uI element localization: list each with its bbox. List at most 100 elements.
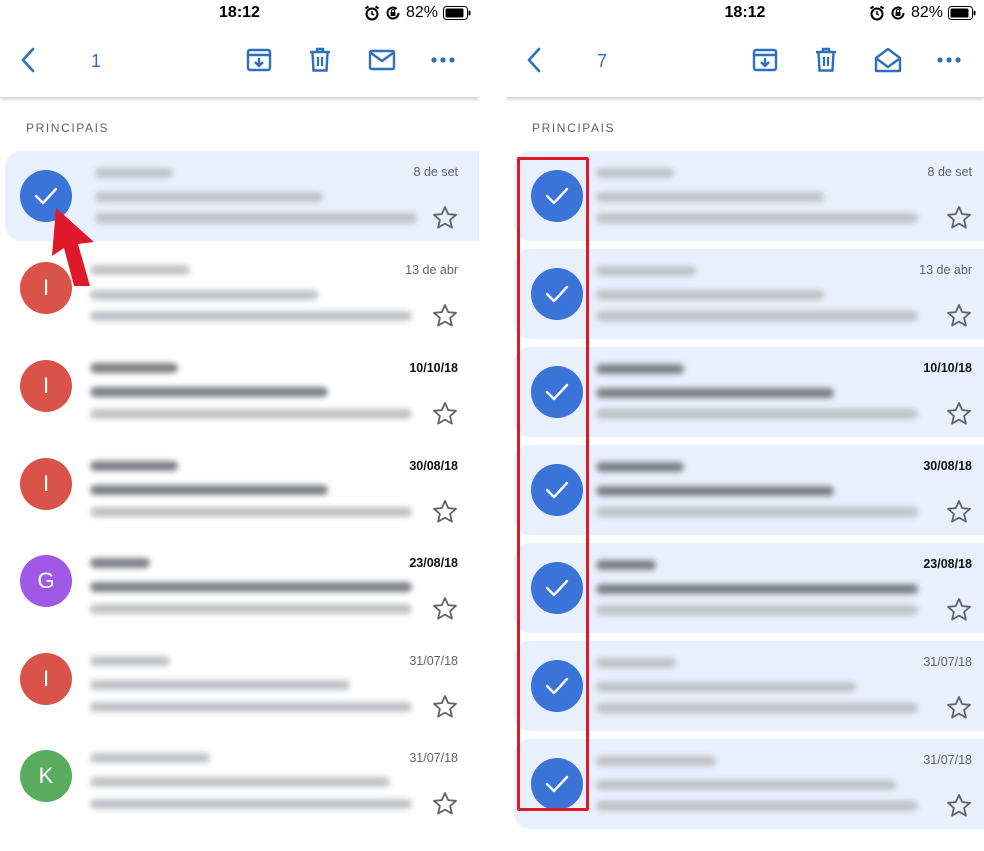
email-row[interactable]: K 31/07/18 bbox=[0, 731, 479, 821]
mail-open-icon bbox=[874, 47, 902, 73]
trash-icon bbox=[310, 47, 330, 72]
mail-icon bbox=[368, 49, 396, 71]
annotation-highlight-box bbox=[517, 157, 589, 811]
delete-button[interactable] bbox=[808, 42, 844, 78]
back-button[interactable] bbox=[10, 42, 46, 78]
chevron-left-icon bbox=[527, 47, 541, 73]
selected-count: 7 bbox=[597, 51, 608, 71]
subject-blurred bbox=[90, 582, 412, 592]
snippet-blurred bbox=[596, 801, 918, 811]
mark-unread-button[interactable] bbox=[364, 42, 400, 78]
sender-blurred bbox=[596, 756, 716, 766]
selection-toolbar: 1 bbox=[0, 26, 479, 98]
sender-avatar[interactable]: I bbox=[20, 360, 72, 412]
email-date: 13 de abr bbox=[405, 263, 458, 277]
section-label: PRINCIPAIS bbox=[26, 121, 110, 135]
star-outline-icon[interactable] bbox=[946, 695, 972, 721]
email-date: 31/07/18 bbox=[923, 655, 972, 669]
star-outline-icon[interactable] bbox=[946, 793, 972, 819]
more-button[interactable] bbox=[425, 42, 461, 78]
snippet-blurred bbox=[90, 799, 412, 809]
sender-avatar[interactable]: K bbox=[20, 750, 72, 802]
star-outline-icon[interactable] bbox=[432, 596, 458, 622]
status-bar: 18:12 82% bbox=[506, 0, 984, 26]
subject-blurred bbox=[90, 387, 328, 397]
check-icon bbox=[34, 187, 58, 205]
subject-blurred bbox=[596, 682, 856, 692]
subject-blurred bbox=[596, 780, 896, 790]
star-outline-icon[interactable] bbox=[946, 597, 972, 623]
email-date: 23/08/18 bbox=[409, 556, 458, 570]
battery-percent: 82% bbox=[910, 4, 943, 21]
rotation-lock-icon bbox=[891, 6, 905, 20]
snippet-blurred bbox=[596, 311, 918, 321]
status-icons: 82% bbox=[364, 4, 471, 22]
email-date: 31/07/18 bbox=[409, 654, 458, 668]
star-outline-icon[interactable] bbox=[946, 303, 972, 329]
star-outline-icon[interactable] bbox=[432, 791, 458, 817]
snippet-blurred bbox=[90, 604, 412, 614]
battery-icon bbox=[948, 6, 976, 20]
email-date: 31/07/18 bbox=[409, 751, 458, 765]
email-date: 31/07/18 bbox=[923, 753, 972, 767]
email-date: 8 de set bbox=[413, 165, 458, 179]
snippet-blurred bbox=[596, 703, 918, 713]
sender-blurred bbox=[596, 462, 684, 472]
snippet-blurred bbox=[90, 507, 412, 517]
star-outline-icon[interactable] bbox=[946, 401, 972, 427]
snippet-blurred bbox=[596, 213, 918, 223]
status-icons: 82% bbox=[869, 4, 976, 22]
subject-blurred bbox=[90, 485, 328, 495]
subject-blurred bbox=[596, 388, 834, 398]
more-button[interactable] bbox=[931, 42, 967, 78]
delete-button[interactable] bbox=[302, 42, 338, 78]
star-outline-icon[interactable] bbox=[432, 205, 458, 231]
email-date: 10/10/18 bbox=[923, 361, 972, 375]
email-date: 8 de set bbox=[927, 165, 972, 179]
sender-blurred bbox=[95, 168, 173, 178]
email-date: 30/08/18 bbox=[409, 459, 458, 473]
snippet-blurred bbox=[596, 409, 918, 419]
sender-blurred bbox=[90, 753, 210, 763]
sender-blurred bbox=[596, 560, 656, 570]
email-date: 30/08/18 bbox=[923, 459, 972, 473]
sender-avatar[interactable]: G bbox=[20, 555, 72, 607]
subject-blurred bbox=[596, 486, 834, 496]
alarm-icon bbox=[869, 5, 885, 21]
email-row[interactable]: G 23/08/18 bbox=[0, 536, 479, 626]
battery-percent: 82% bbox=[405, 4, 438, 21]
email-date: 10/10/18 bbox=[409, 361, 458, 375]
star-outline-icon[interactable] bbox=[432, 303, 458, 329]
sender-avatar[interactable]: I bbox=[20, 458, 72, 510]
subject-blurred bbox=[596, 192, 824, 202]
sender-blurred bbox=[596, 658, 676, 668]
left-panel: 18:12 82% 1 PRINCIPAIS 8 de set I 13 de … bbox=[0, 0, 479, 851]
email-row[interactable]: I 10/10/18 bbox=[0, 341, 479, 431]
archive-icon bbox=[752, 48, 778, 72]
status-bar: 18:12 82% bbox=[0, 0, 479, 26]
archive-button[interactable] bbox=[747, 42, 783, 78]
star-outline-icon[interactable] bbox=[946, 499, 972, 525]
star-outline-icon[interactable] bbox=[432, 694, 458, 720]
email-date: 13 de abr bbox=[919, 263, 972, 277]
email-row[interactable]: I 30/08/18 bbox=[0, 439, 479, 529]
sender-blurred bbox=[596, 266, 696, 276]
snippet-blurred bbox=[596, 605, 918, 615]
archive-button[interactable] bbox=[241, 42, 277, 78]
sender-blurred bbox=[90, 558, 150, 568]
back-button[interactable] bbox=[516, 42, 552, 78]
subject-blurred bbox=[596, 290, 824, 300]
star-outline-icon[interactable] bbox=[946, 205, 972, 231]
subject-blurred bbox=[90, 777, 390, 787]
sender-blurred bbox=[90, 461, 178, 471]
email-date: 23/08/18 bbox=[923, 557, 972, 571]
selection-toolbar: 7 bbox=[506, 26, 984, 98]
sender-avatar[interactable]: I bbox=[20, 653, 72, 705]
email-row[interactable]: I 31/07/18 bbox=[0, 634, 479, 724]
chevron-left-icon bbox=[21, 47, 35, 73]
section-label: PRINCIPAIS bbox=[532, 121, 616, 135]
star-outline-icon[interactable] bbox=[432, 499, 458, 525]
mark-read-button[interactable] bbox=[870, 42, 906, 78]
star-outline-icon[interactable] bbox=[432, 401, 458, 427]
archive-icon bbox=[246, 48, 272, 72]
